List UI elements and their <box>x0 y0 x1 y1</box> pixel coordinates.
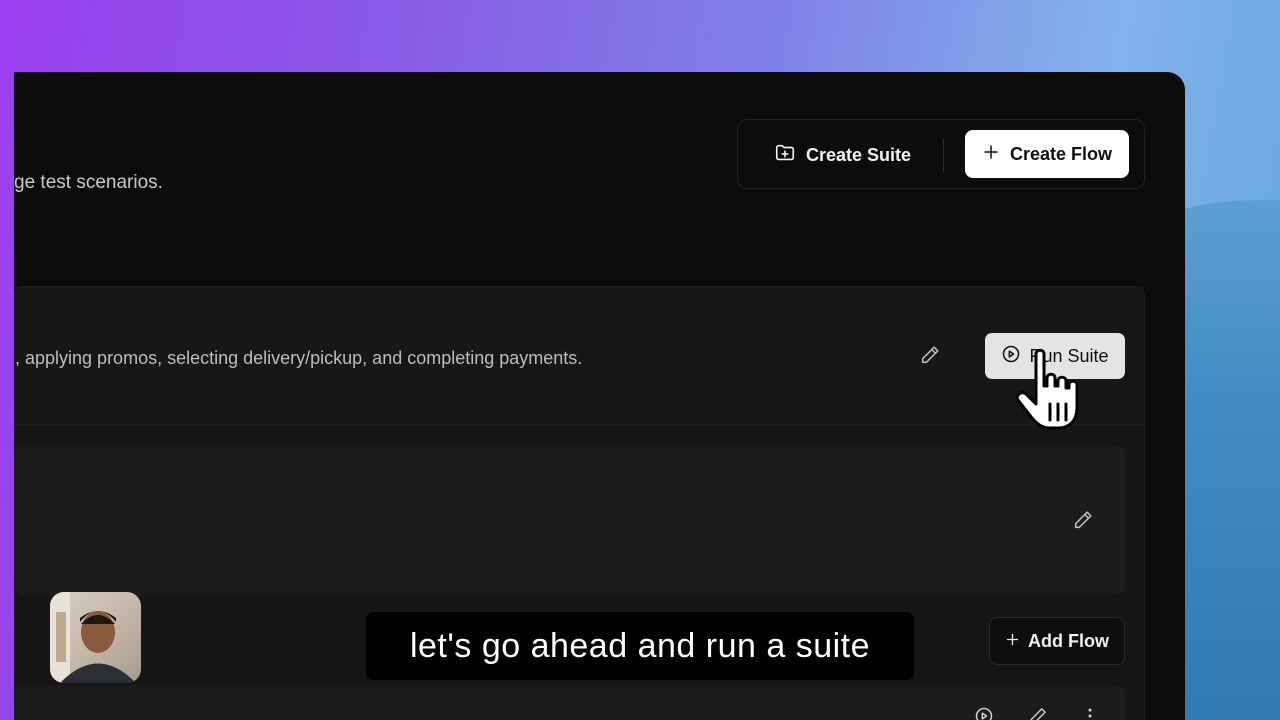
run-flow-button[interactable] <box>973 707 995 720</box>
more-options-button[interactable] <box>1079 707 1101 720</box>
create-flow-label: Create Flow <box>1009 143 1113 164</box>
edit-flow-button[interactable] <box>1070 509 1096 535</box>
suite-header: , applying promos, selecting delivery/pi… <box>15 287 1144 425</box>
add-flow-label: Add Flow <box>1028 630 1109 651</box>
folder-plus-icon <box>774 142 796 169</box>
run-suite-button[interactable]: Run Suite <box>985 333 1125 379</box>
header-actions: Create Suite Create Flow <box>737 119 1145 189</box>
plus-icon <box>982 143 1000 166</box>
edit-suite-button[interactable] <box>917 344 943 370</box>
more-vertical-icon <box>1080 706 1100 720</box>
page-subtitle: ge test scenarios. <box>14 172 163 193</box>
pencil-icon <box>1028 706 1048 720</box>
divider <box>943 138 944 172</box>
play-circle-icon <box>974 706 994 720</box>
flow-card <box>15 445 1125 595</box>
create-suite-label: Create Suite <box>806 144 912 165</box>
suite-description: , applying promos, selecting delivery/pi… <box>15 348 583 368</box>
caption-overlay: let's go ahead and run a suite <box>366 612 914 680</box>
plus-icon <box>1005 631 1020 652</box>
flow-row <box>15 685 1125 720</box>
run-suite-label: Run Suite <box>1029 345 1109 366</box>
pencil-icon <box>1072 509 1094 536</box>
edit-flow-row-button[interactable] <box>1027 707 1049 720</box>
presenter-webcam <box>50 592 141 683</box>
create-suite-button[interactable]: Create Suite <box>754 132 931 178</box>
create-flow-button[interactable]: Create Flow <box>965 130 1129 178</box>
add-flow-button[interactable]: Add Flow <box>989 617 1125 665</box>
play-circle-icon <box>1001 344 1021 369</box>
pencil-icon <box>919 344 941 371</box>
